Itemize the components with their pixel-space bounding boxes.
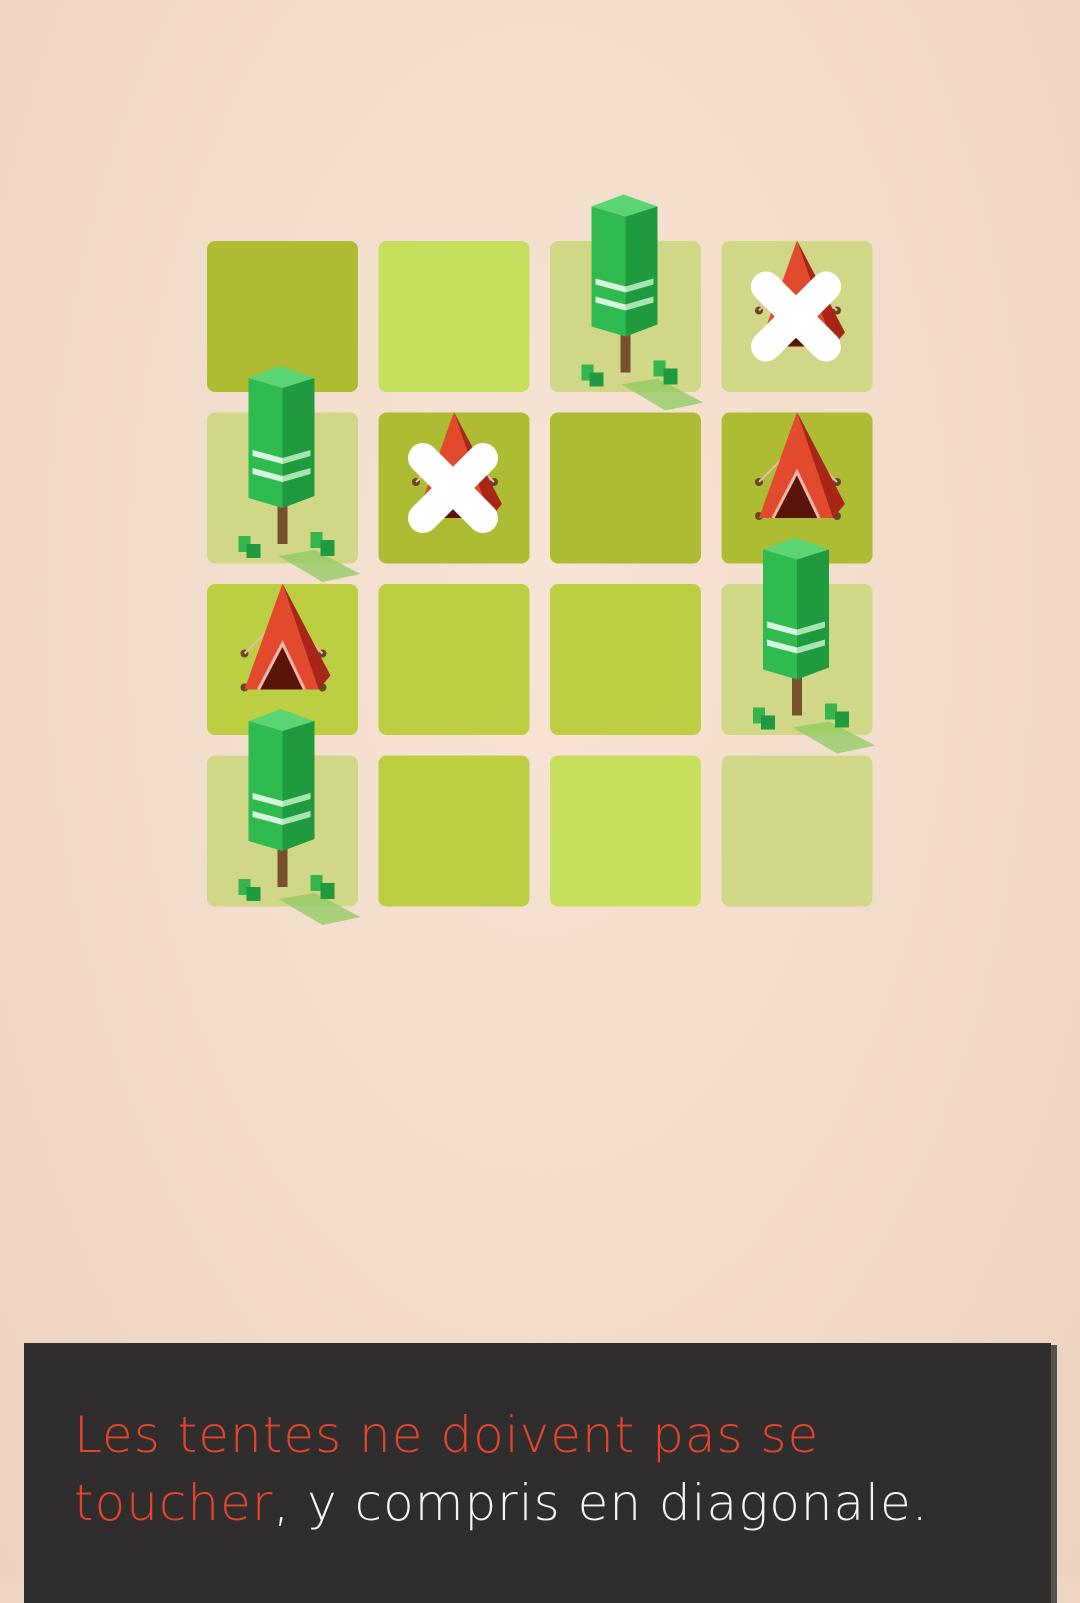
grid-cell-r3-c2[interactable]	[378, 584, 530, 735]
grid-cell-r1-c1[interactable]	[207, 241, 358, 392]
grid-cell-r1-c2[interactable]	[378, 241, 530, 392]
grid-cell-r3-c1[interactable]	[207, 584, 358, 735]
tutorial-hint-text: Les tentes ne doivent pas se toucher, y …	[74, 1401, 1011, 1537]
grid-cell-r1-c4[interactable]	[721, 241, 873, 392]
grid-cell-r1-c3[interactable]	[550, 241, 701, 392]
grid-cell-r2-c4[interactable]	[721, 412, 873, 564]
hint-rest: , y compris en diagonale.	[273, 1474, 929, 1532]
grid-cell-r3-c3[interactable]	[550, 584, 701, 735]
grid-cell-r4-c3[interactable]	[550, 755, 701, 907]
grid-cell-r4-c4[interactable]	[721, 755, 873, 907]
grid-cell-r3-c4[interactable]	[721, 584, 873, 735]
grid-cell-r2-c1[interactable]	[207, 412, 358, 564]
grid-cell-r2-c3[interactable]	[550, 412, 701, 564]
tutorial-hint-panel: Les tentes ne doivent pas se toucher, y …	[24, 1343, 1051, 1603]
game-board	[207, 194, 875, 925]
grid-cell-r2-c2[interactable]	[378, 412, 530, 564]
grid-cell-r4-c2[interactable]	[378, 755, 530, 907]
grid-cell-r4-c1[interactable]	[207, 755, 358, 907]
